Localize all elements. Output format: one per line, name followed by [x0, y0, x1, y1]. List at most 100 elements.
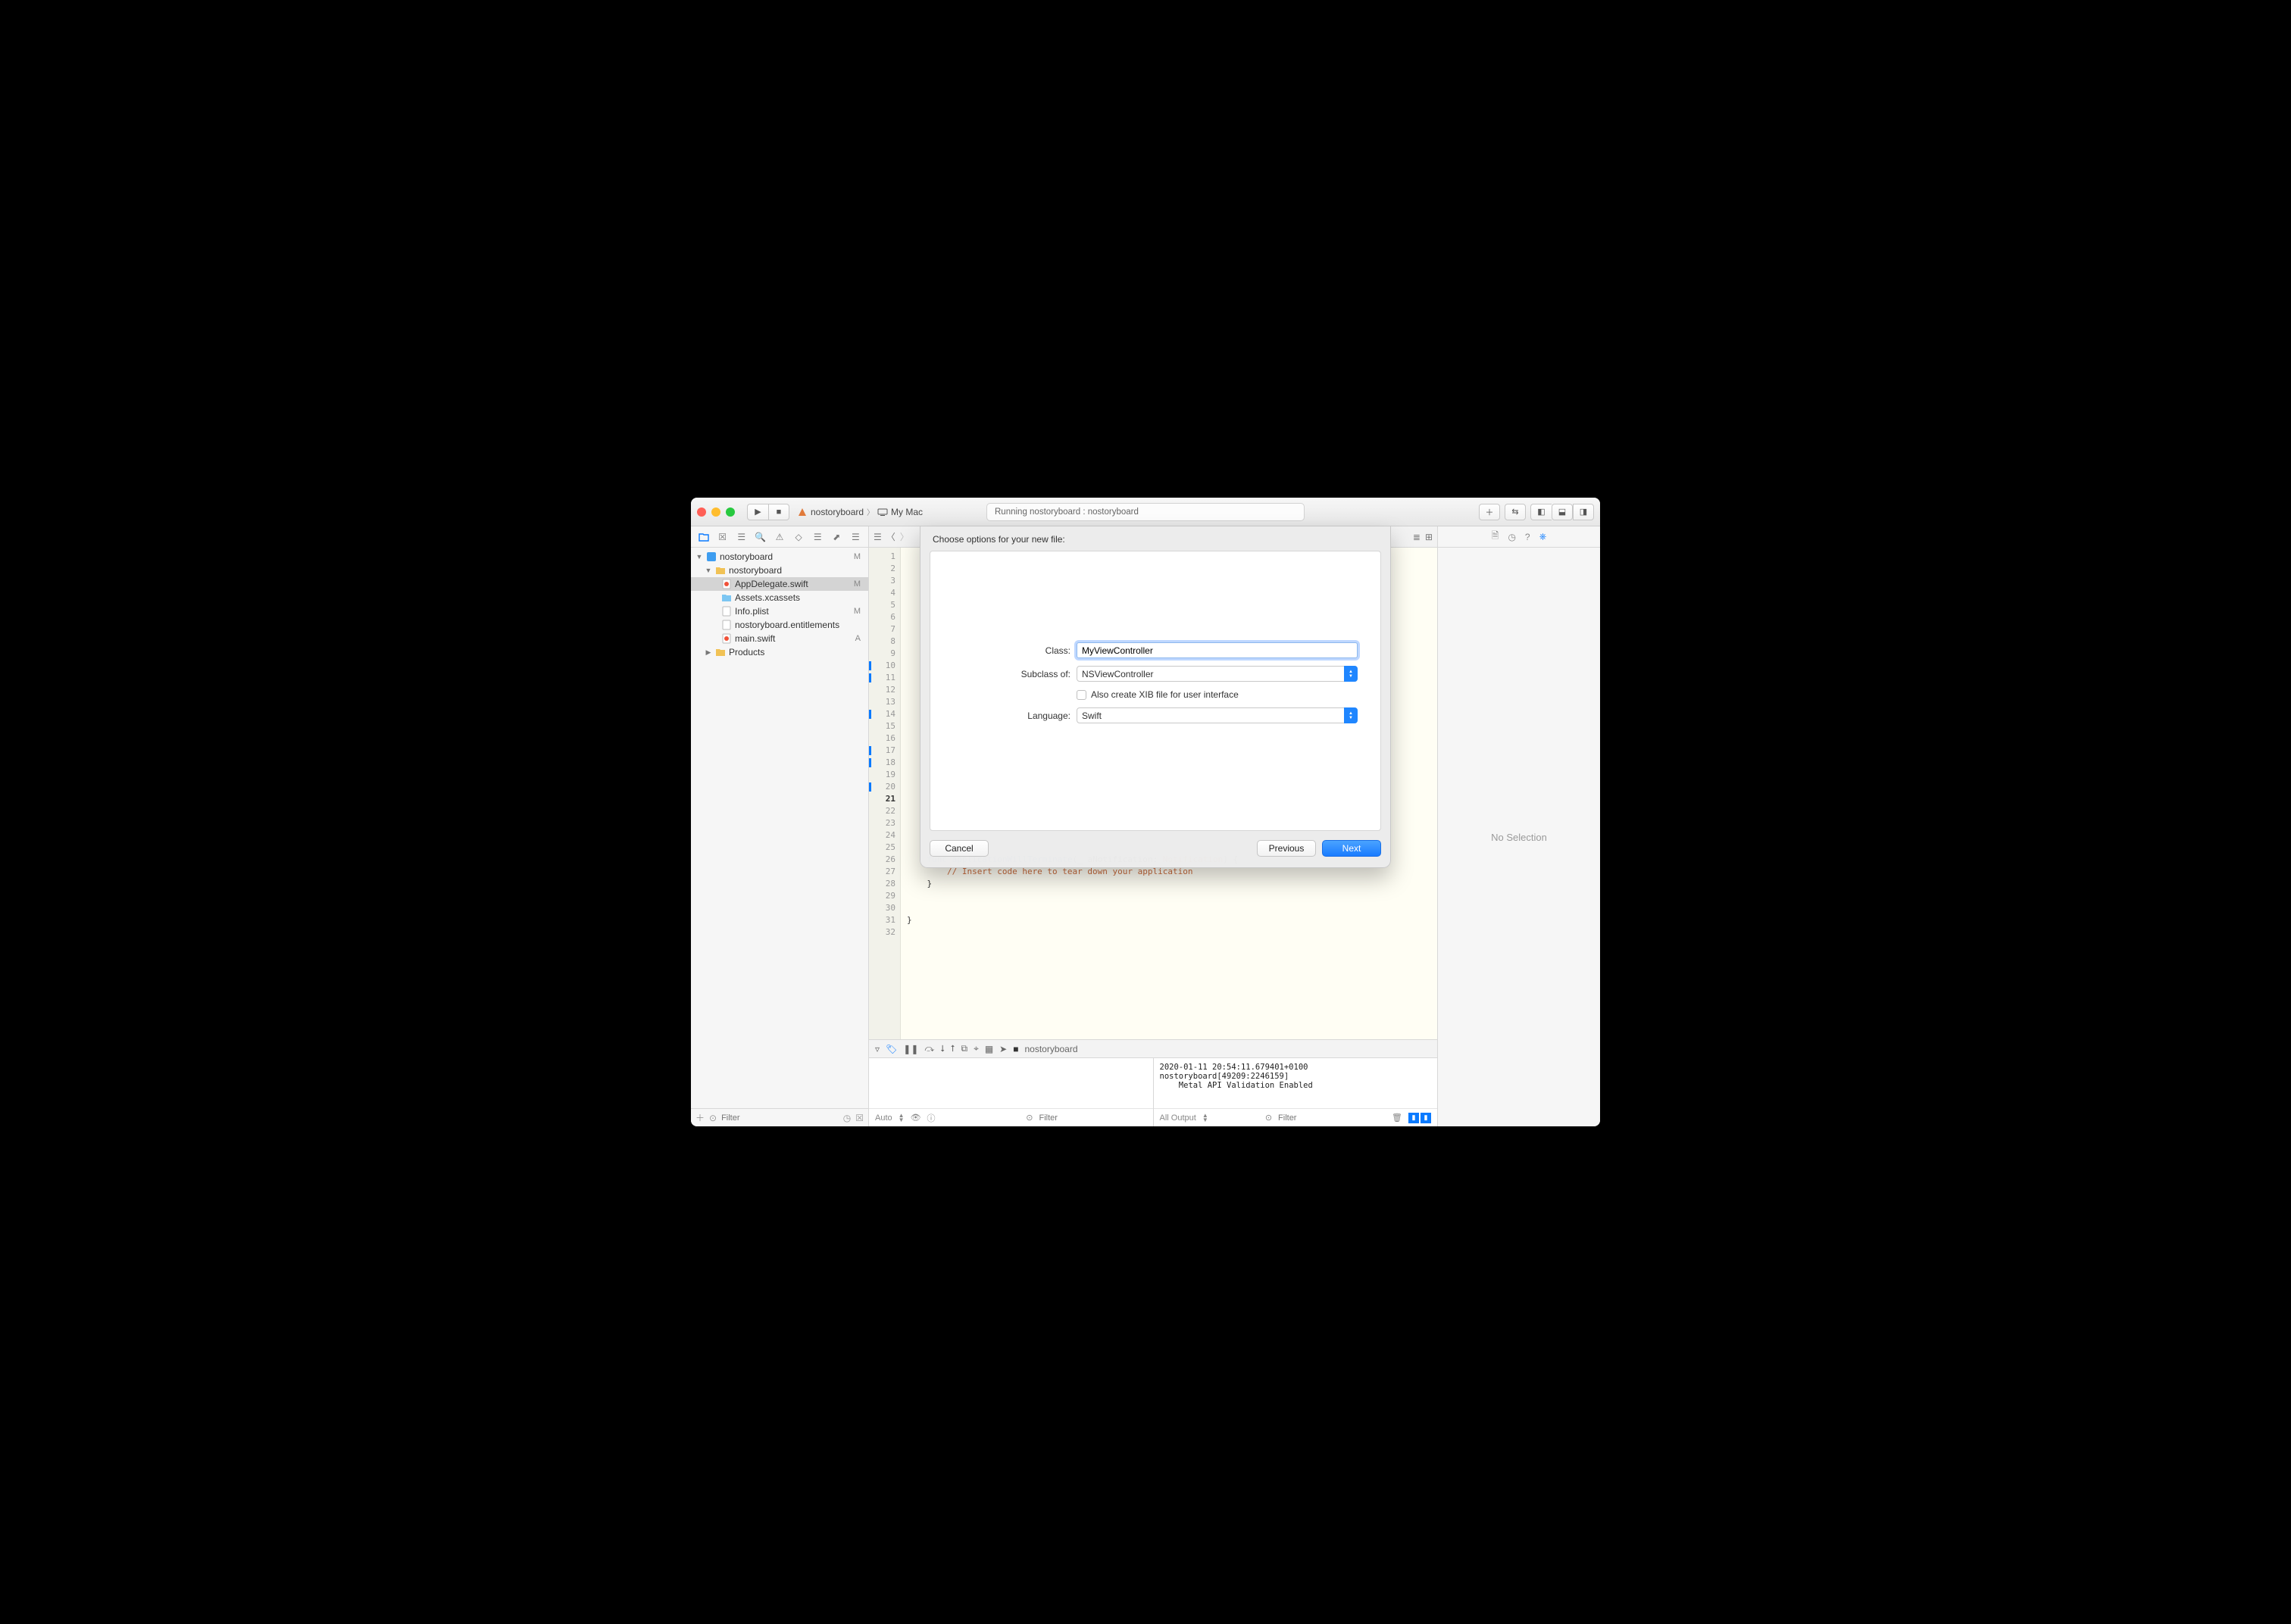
pause-icon[interactable]: ❚❚ — [903, 1044, 918, 1054]
cancel-button[interactable]: Cancel — [930, 840, 989, 857]
assets-icon — [721, 592, 732, 603]
issue-navigator-tab[interactable]: ⚠ — [773, 531, 786, 543]
debug-panes-toggle: ▮ ▮ — [1408, 1113, 1431, 1123]
previous-button[interactable]: Previous — [1257, 840, 1316, 857]
location-icon[interactable]: ➤ — [999, 1044, 1007, 1054]
tree-project-root[interactable]: ▼ nostoryboard M — [691, 550, 868, 564]
tree-file[interactable]: nostoryboard.entitlements — [691, 618, 868, 632]
environment-icon[interactable]: ▦ — [985, 1044, 993, 1054]
disclosure-triangle-icon[interactable]: ▶ — [705, 648, 712, 657]
debug-view-icon[interactable]: ⧉ — [961, 1043, 967, 1054]
step-into-icon[interactable]: ⭣ — [940, 1043, 945, 1054]
updown-icon[interactable]: ▲▼ — [1202, 1113, 1208, 1123]
variables-view[interactable]: Auto ▲▼ 👁 ⓘ ⊙ — [869, 1058, 1154, 1126]
tree-label: nostoryboard — [729, 565, 782, 576]
activity-status-text: Running nostoryboard : nostoryboard — [995, 508, 1139, 517]
variables-scope-label[interactable]: Auto — [875, 1113, 892, 1123]
inspector-tabs: 🗎 ◷ ? ⎈ — [1438, 526, 1600, 548]
add-button[interactable]: ＋ — [695, 1111, 705, 1124]
navigator-tabs: ☒ ☰ 🔍 ⚠ ◇ ☰ ⬈ ☰ — [691, 526, 868, 548]
next-button[interactable]: Next — [1322, 840, 1381, 857]
editor-layout-icon[interactable]: ≣ — [1413, 532, 1421, 542]
console-scope-label[interactable]: All Output — [1160, 1113, 1196, 1123]
toggle-inspector-button[interactable]: ◨ — [1573, 504, 1594, 520]
back-button[interactable]: 〈 — [886, 530, 895, 543]
scm-badge: M — [854, 552, 864, 561]
close-window-button[interactable] — [697, 508, 706, 517]
forward-button[interactable]: 〉 — [900, 530, 909, 543]
clear-console-icon[interactable]: 🗑 — [1392, 1113, 1402, 1123]
attributes-inspector-tab[interactable]: ⎈ — [1539, 531, 1547, 542]
report-navigator-tab[interactable]: ☰ — [849, 531, 862, 543]
breakpoints-toggle-icon[interactable]: 🏷 — [886, 1044, 897, 1054]
titlebar-right-tools: ＋ ⇆ ◧ ⬓ ◨ — [1479, 504, 1594, 520]
tree-label: Products — [729, 647, 764, 657]
tree-file[interactable]: main.swift A — [691, 632, 868, 645]
library-button[interactable]: ＋ — [1479, 504, 1500, 520]
step-out-icon[interactable]: ⭡ — [951, 1043, 955, 1054]
project-tree[interactable]: ▼ nostoryboard M ▼ nostoryboard AppDeleg… — [691, 548, 868, 1108]
memory-graph-icon[interactable]: ⌖ — [974, 1043, 979, 1054]
entitlements-icon — [721, 620, 732, 630]
console-output[interactable]: 2020-01-11 20:54:11.679401+0100 nostoryb… — [1154, 1058, 1438, 1108]
right-pane-toggle[interactable]: ▮ — [1421, 1113, 1431, 1123]
minimize-window-button[interactable] — [711, 508, 720, 517]
debug-body: Auto ▲▼ 👁 ⓘ ⊙ 2020-01-11 20:54:11.679401… — [869, 1058, 1437, 1126]
filter-icon: ⊙ — [1265, 1113, 1272, 1123]
console-filter-input[interactable] — [1278, 1113, 1386, 1123]
project-navigator-tab[interactable] — [697, 531, 711, 543]
tree-file[interactable]: AppDelegate.swift M — [691, 577, 868, 591]
debug-navigator-tab[interactable]: ☰ — [811, 531, 824, 543]
add-editor-icon[interactable]: ⊞ — [1425, 532, 1433, 542]
code-review-button[interactable]: ⇆ — [1505, 504, 1526, 520]
navigator-filter-input[interactable] — [721, 1113, 839, 1123]
chevron-down-icon: ▲▼ — [1344, 666, 1358, 682]
sheet-buttons: Cancel Previous Next — [920, 831, 1390, 857]
source-control-navigator-tab[interactable]: ☒ — [716, 531, 730, 543]
scm-filter-icon[interactable]: ☒ — [855, 1113, 864, 1123]
quicklook-icon[interactable]: 👁 — [911, 1113, 921, 1123]
stop-button[interactable]: ■ — [768, 504, 789, 520]
disclosure-triangle-icon[interactable]: ▼ — [695, 553, 703, 561]
help-inspector-tab[interactable]: ? — [1525, 532, 1530, 542]
zoom-window-button[interactable] — [726, 508, 735, 517]
subclass-combobox[interactable]: NSViewController ▲▼ — [1077, 666, 1358, 682]
run-button[interactable]: ▶ — [747, 504, 768, 520]
debug-toolbar: ▿ 🏷 ❚❚ ⤼ ⭣ ⭡ ⧉ ⌖ ▦ ➤ ■ nostoryboard — [869, 1040, 1437, 1058]
step-over-icon[interactable]: ⤼ — [924, 1043, 934, 1054]
language-popup[interactable]: Swift ▲▼ — [1077, 707, 1358, 723]
scheme-selector[interactable]: nostoryboard 〉 My Mac — [797, 506, 923, 517]
tree-label: nostoryboard — [720, 551, 773, 562]
print-description-icon[interactable]: ⓘ — [927, 1112, 936, 1124]
variables-filter-input[interactable] — [1039, 1113, 1147, 1123]
debug-area: ▿ 🏷 ❚❚ ⤼ ⭣ ⭡ ⧉ ⌖ ▦ ➤ ■ nostoryboard — [869, 1039, 1437, 1126]
history-inspector-tab[interactable]: ◷ — [1508, 532, 1515, 542]
scheme-app-icon — [797, 507, 808, 517]
tree-label: Info.plist — [735, 606, 769, 617]
tree-file[interactable]: Assets.xcassets — [691, 591, 868, 604]
disclosure-triangle-icon[interactable]: ▼ — [705, 567, 712, 574]
recent-filter-icon[interactable]: ◷ — [843, 1113, 851, 1123]
toggle-debug-button[interactable]: ⬓ — [1552, 504, 1573, 520]
chevron-right-icon: 〉 — [867, 506, 874, 517]
file-inspector-tab[interactable]: 🗎 — [1492, 529, 1499, 545]
scm-badge: M — [854, 579, 864, 589]
test-navigator-tab[interactable]: ◇ — [792, 531, 805, 543]
symbol-navigator-tab[interactable]: ☰ — [735, 531, 749, 543]
tree-folder[interactable]: ▼ nostoryboard — [691, 564, 868, 577]
breakpoint-navigator-tab[interactable]: ⬈ — [830, 531, 843, 543]
create-xib-checkbox[interactable]: Also create XIB file for user interface — [1077, 689, 1358, 700]
tree-label: AppDelegate.swift — [735, 579, 808, 589]
toggle-navigator-button[interactable]: ◧ — [1530, 504, 1552, 520]
class-name-input[interactable] — [1077, 642, 1358, 658]
xcodeproj-icon — [706, 551, 717, 562]
find-navigator-tab[interactable]: 🔍 — [754, 531, 767, 543]
tree-file[interactable]: Info.plist M — [691, 604, 868, 618]
sheet-form: Class: Subclass of: NSViewController ▲▼ … — [930, 551, 1381, 831]
left-pane-toggle[interactable]: ▮ — [1408, 1113, 1419, 1123]
updown-icon[interactable]: ▲▼ — [899, 1113, 905, 1123]
tree-products-folder[interactable]: ▶ Products — [691, 645, 868, 659]
filter-scope-icon[interactable]: ⊙ — [709, 1113, 717, 1123]
related-items-icon[interactable]: ☰ — [874, 532, 882, 542]
hide-debug-icon[interactable]: ▿ — [875, 1044, 880, 1054]
